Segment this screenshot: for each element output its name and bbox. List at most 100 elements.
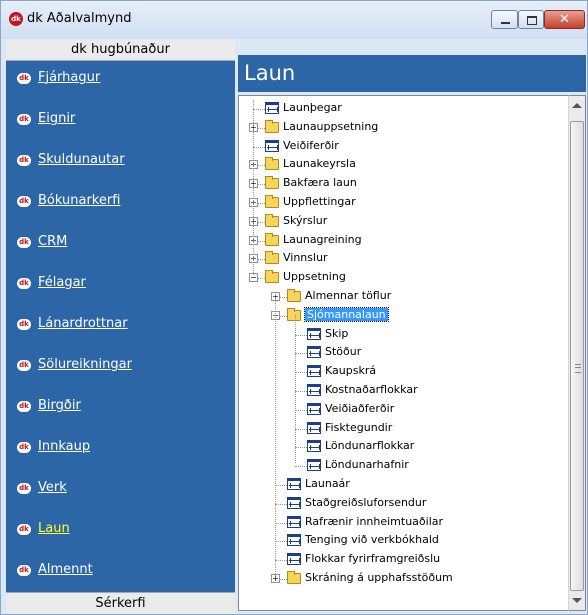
tree-item-label: Skráning á upphafsstöðum xyxy=(305,571,453,584)
dk-logo-icon: dk xyxy=(17,565,31,576)
tree-item-label: Launakeyrsla xyxy=(283,157,356,171)
module-heading: Laun xyxy=(238,55,586,92)
tree-item-label: Uppsetning xyxy=(283,270,346,284)
tree-connector xyxy=(253,109,265,110)
sidebar-item-label: Almennt xyxy=(38,562,93,577)
folder-icon xyxy=(287,571,301,584)
tree-item[interactable]: Löndunarhafnir xyxy=(239,457,559,475)
tree-item[interactable]: + Vinnslur xyxy=(239,250,559,268)
tree-connector xyxy=(295,353,307,355)
dk-logo-icon: dk xyxy=(17,483,31,494)
sidebar-item[interactable]: dk Félagar xyxy=(6,270,235,300)
tree-item-label: Staðgreiðsluforsendur xyxy=(305,495,427,509)
sidebar-item-label: Birgðir xyxy=(38,398,81,413)
table-icon xyxy=(287,534,301,547)
folder-icon xyxy=(265,270,279,284)
tree-item[interactable]: Löndunarflokkar xyxy=(239,438,559,456)
tree-item[interactable]: Stöður xyxy=(239,344,559,362)
table-icon xyxy=(307,384,321,396)
tree-item-label: Bakfæra laun xyxy=(283,176,357,190)
tree-item-label: Launagreining xyxy=(283,232,362,246)
dk-logo-icon: dk xyxy=(17,155,31,166)
tree-item-label: Tenging við verkbókhald xyxy=(305,533,439,547)
sidebar-item[interactable]: dk Fjárhagur xyxy=(6,65,235,95)
sidebar-item[interactable]: dk Birgðir xyxy=(6,393,235,423)
tree-connector xyxy=(295,447,307,449)
dk-logo-icon: dk xyxy=(17,114,31,125)
tree-connector xyxy=(275,541,287,543)
tree-item[interactable]: + Skýrslur xyxy=(239,213,559,231)
tree-item[interactable]: Veiðiaðferðir xyxy=(239,401,559,419)
dk-logo-icon: dk xyxy=(9,12,23,26)
tree-item[interactable]: + Launagreining xyxy=(239,232,559,250)
tree-item[interactable]: + Uppflettingar xyxy=(239,194,559,212)
folder-icon xyxy=(265,251,279,265)
close-button[interactable]: ✕ xyxy=(544,10,585,29)
tree-item[interactable]: + Bakfæra laun xyxy=(239,175,559,193)
sidebar-item-label: Félagar xyxy=(38,275,86,290)
module-tree[interactable]: Launþegar + Launauppsetning Veiðiferðir + Lau… xyxy=(238,95,568,611)
scroll-up-icon[interactable] xyxy=(572,103,582,108)
tree-connector xyxy=(275,503,287,505)
tree-item[interactable]: Tenging við verkbókhald xyxy=(239,532,559,550)
tree-item[interactable]: + Almennar töflur xyxy=(239,288,559,306)
tree-item[interactable]: Kaupskrá xyxy=(239,363,559,381)
sidebar-item[interactable]: dk Innkaup xyxy=(6,434,235,464)
sidebar-item[interactable]: dk Verk xyxy=(6,475,235,505)
dk-logo-icon: dk xyxy=(17,360,31,371)
tree-item[interactable]: Fisktegundir xyxy=(239,420,559,438)
sidebar-item[interactable]: dk Sölureikningar xyxy=(6,352,235,382)
tree-item[interactable]: Skip xyxy=(239,326,559,344)
table-icon xyxy=(307,365,321,378)
scroll-thumb[interactable] xyxy=(570,121,584,591)
tree-item-label: Launþegar xyxy=(283,101,342,114)
dk-logo-icon: dk xyxy=(17,442,31,453)
tree-item[interactable]: + Launakeyrsla xyxy=(239,156,559,174)
sidebar-item-label: Bókunarkerfi xyxy=(38,193,121,208)
tree-item-label: Veiðiaðferðir xyxy=(325,401,395,415)
window-title: dk Aðalvalmynd xyxy=(27,11,132,26)
tree-scrollbar[interactable] xyxy=(568,95,586,611)
tree-item[interactable]: + Skráning á upphafsstöðum xyxy=(239,570,559,588)
tree-item[interactable]: Rafrænir innheimtuaðilar xyxy=(239,514,559,532)
tree-item[interactable]: − Sjómannalaun xyxy=(239,306,559,325)
sidebar-footer-button[interactable]: Sérkerfi xyxy=(6,592,235,614)
tree-item-label: Vinnslur xyxy=(283,251,328,265)
sidebar-item[interactable]: dk CRM xyxy=(6,229,235,259)
tree-connector xyxy=(275,485,287,486)
tree-item[interactable]: + Launauppsetning xyxy=(239,119,559,137)
sidebar-item-label: Innkaup xyxy=(38,439,91,454)
table-icon xyxy=(307,402,321,415)
title-bar[interactable]: dk dk Aðalvalmynd ✕ xyxy=(1,1,587,39)
tree-item-label: Löndunarflokkar xyxy=(325,439,415,453)
tree-item[interactable]: Veiðiferðir xyxy=(239,138,559,156)
tree-item[interactable]: − Uppsetning xyxy=(239,269,559,287)
tree-item-label: Launauppsetning xyxy=(283,119,379,133)
tree-item[interactable]: Flokkar fyrirframgreiðslu xyxy=(239,551,559,569)
table-icon xyxy=(265,102,279,114)
sidebar-item[interactable]: dk Skuldunautar xyxy=(6,147,235,177)
scroll-down-icon[interactable] xyxy=(572,598,582,603)
tree-item-label: Fisktegundir xyxy=(325,420,393,434)
tree-item[interactable]: Launaár xyxy=(239,476,559,494)
sidebar-item[interactable]: dk Bókunarkerfi xyxy=(6,188,235,218)
tree-connector xyxy=(295,372,307,374)
sidebar-item[interactable]: dk Laun xyxy=(6,516,235,546)
tree-item[interactable]: Kostnaðarflokkar xyxy=(239,382,559,400)
dk-logo-icon: dk xyxy=(17,196,31,207)
folder-icon xyxy=(265,195,279,208)
tree-item-label: Veiðiferðir xyxy=(283,138,339,152)
tree-item[interactable]: Staðgreiðsluforsendur xyxy=(239,495,559,513)
tree-item-label: Flokkar fyrirframgreiðslu xyxy=(305,552,441,566)
sidebar-item[interactable]: dk Lánardrottnar xyxy=(6,311,235,341)
main-window: dk dk Aðalvalmynd ✕ dk hugbúnaður dk Fjár… xyxy=(0,0,588,615)
sidebar-item[interactable]: dk Eignir xyxy=(6,106,235,136)
table-icon xyxy=(287,553,301,566)
sidebar-item[interactable]: dk Almennt xyxy=(6,557,235,587)
table-icon xyxy=(287,496,301,509)
sidebar-header: dk hugbúnaður xyxy=(6,39,235,61)
maximize-button[interactable] xyxy=(518,10,544,29)
minimize-button[interactable] xyxy=(491,10,518,29)
tree-item-label: Sjómannalaun xyxy=(304,306,389,322)
tree-item[interactable]: Launþegar xyxy=(239,100,559,118)
